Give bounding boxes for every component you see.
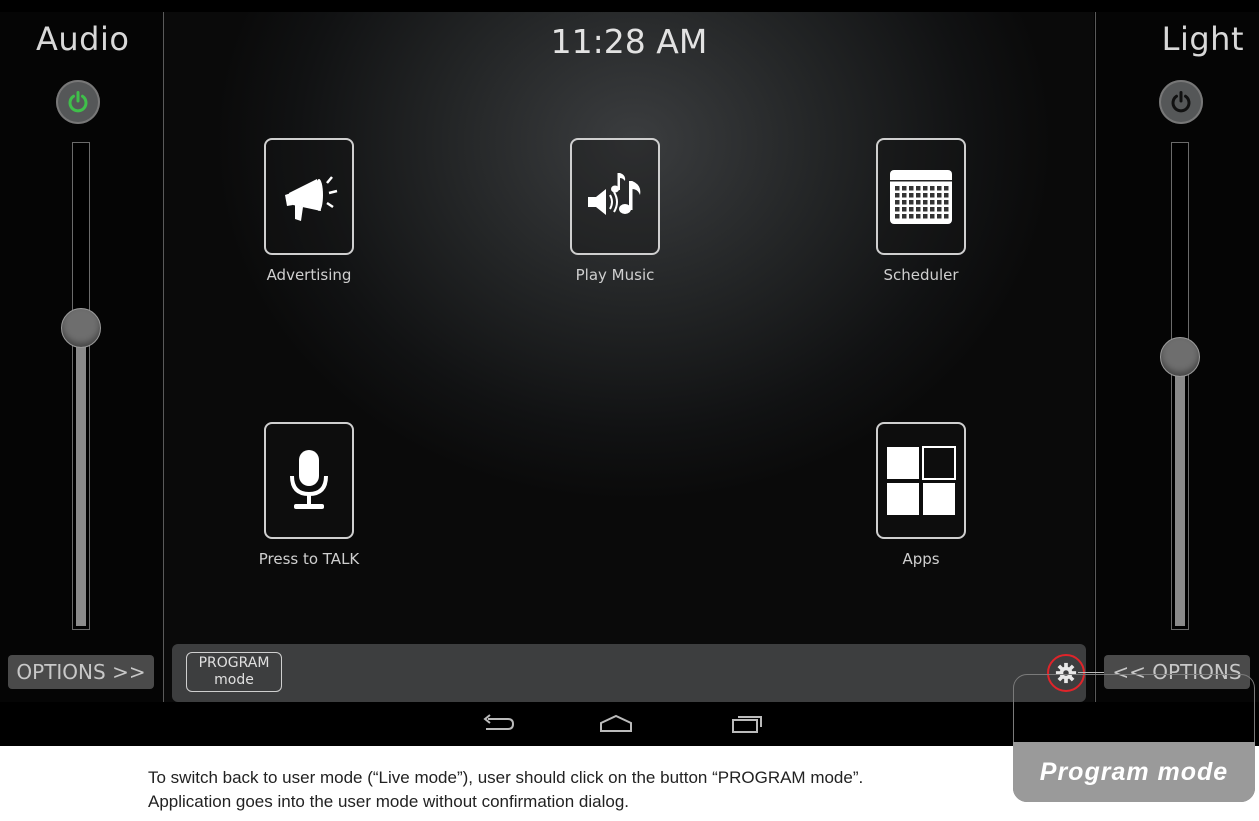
- light-level-fill: [1175, 357, 1185, 626]
- apps-grid-icon: [887, 445, 956, 515]
- audio-panel: Audio OPTIONS >>: [0, 12, 164, 702]
- main-area: 11:28 AM Advertising Play Music Schedule…: [164, 12, 1094, 702]
- light-panel: Light << OPTIONS: [1095, 12, 1259, 702]
- power-icon: [1171, 91, 1191, 113]
- audio-options-button[interactable]: OPTIONS >>: [8, 655, 154, 689]
- play-music-tile[interactable]: [570, 138, 660, 255]
- advertising-tile[interactable]: [264, 138, 354, 255]
- press-to-talk-tile[interactable]: [264, 422, 354, 539]
- back-icon[interactable]: [480, 714, 516, 734]
- light-level-slider[interactable]: [1160, 142, 1200, 630]
- light-level-knob[interactable]: [1160, 337, 1200, 377]
- caption-line-1: To switch back to user mode (“Live mode”…: [148, 768, 864, 787]
- music-note-icon: [588, 172, 641, 215]
- calendar-icon: [890, 169, 952, 224]
- scheduler-label: Scheduler: [883, 266, 959, 284]
- light-power-button[interactable]: [1159, 80, 1203, 124]
- caption-line-2: Application goes into the user mode with…: [148, 792, 630, 811]
- power-icon: [68, 91, 88, 113]
- light-title: Light: [1161, 20, 1244, 58]
- recents-icon[interactable]: [730, 714, 764, 734]
- home-icon[interactable]: [598, 714, 634, 734]
- caption: To switch back to user mode (“Live mode”…: [148, 766, 1008, 814]
- scheduler-tile[interactable]: [876, 138, 966, 255]
- program-mode-button[interactable]: PROGRAM mode: [186, 652, 282, 692]
- tablet-screen: Audio OPTIONS >> 11:28 AM Advertising Pl…: [0, 0, 1259, 746]
- bottom-bar: PROGRAM mode: [172, 644, 1086, 702]
- microphone-icon: [290, 449, 328, 509]
- audio-power-button[interactable]: [56, 80, 100, 124]
- program-mode-line2: mode: [214, 672, 254, 688]
- play-music-label: Play Music: [575, 266, 655, 284]
- apps-tile[interactable]: [876, 422, 966, 539]
- press-to-talk-label: Press to TALK: [258, 550, 360, 568]
- apps-label: Apps: [902, 550, 940, 568]
- audio-title: Audio: [36, 20, 130, 58]
- audio-volume-slider[interactable]: [61, 142, 101, 630]
- audio-volume-knob[interactable]: [61, 308, 101, 348]
- callout-connector: [1078, 672, 1104, 673]
- audio-volume-fill: [76, 328, 86, 626]
- program-mode-line1: PROGRAM: [198, 655, 270, 671]
- program-mode-callout-label: Program mode: [1013, 742, 1255, 802]
- clock: 11:28 AM: [550, 22, 708, 61]
- megaphone-icon: [285, 175, 338, 221]
- advertising-label: Advertising: [266, 266, 352, 284]
